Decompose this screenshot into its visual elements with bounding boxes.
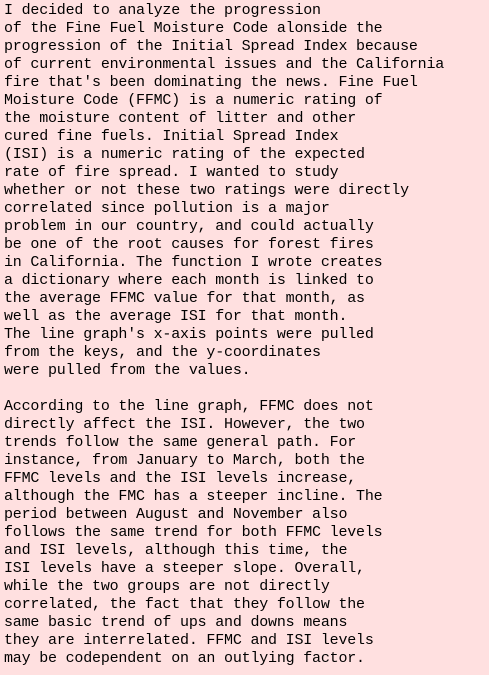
text-line: ISI levels have a steeper slope. Overall… [4, 560, 365, 577]
text-line: FFMC levels and the ISI levels increase, [4, 470, 357, 487]
text-line: while the two groups are not directly [4, 578, 330, 595]
text-line: although the FMC has a steeper incline. … [4, 488, 383, 505]
text-line: from the keys, and the y-coordinates [4, 344, 321, 361]
text-line: period between August and November also [4, 506, 348, 523]
text-line: problem in our country, and could actual… [4, 218, 374, 235]
text-line: were pulled from the values. [4, 362, 251, 379]
text-line: a dictionary where each month is linked … [4, 272, 374, 289]
text-line: the average FFMC value for that month, a… [4, 290, 365, 307]
text-line: (ISI) is a numeric rating of the expecte… [4, 146, 365, 163]
text-line: of the Fine Fuel Moisture Code alonside … [4, 20, 383, 37]
text-line: may be codependent on an outlying factor… [4, 650, 365, 667]
text-line: According to the line graph, FFMC does n… [4, 398, 374, 415]
text-line: same basic trend of ups and downs means [4, 614, 348, 631]
text-line: whether or not these two ratings were di… [4, 182, 409, 199]
text-line: and ISI levels, although this time, the [4, 542, 348, 559]
text-line: be one of the root causes for forest fir… [4, 236, 374, 253]
text-line: correlated, the fact that they follow th… [4, 596, 365, 613]
text-line: the moisture content of litter and other [4, 110, 357, 127]
paragraph-analysis: According to the line graph, FFMC does n… [4, 398, 489, 668]
text-line: Moisture Code (FFMC) is a numeric rating… [4, 92, 383, 109]
document-page: I decided to analyze the progression of t… [0, 0, 489, 675]
text-line: follows the same trend for both FFMC lev… [4, 524, 383, 541]
text-line: of current environmental issues and the … [4, 56, 445, 73]
text-line: The line graph's x-axis points were pull… [4, 326, 374, 343]
text-line: correlated since pollution is a major [4, 200, 330, 217]
text-line: progression of the Initial Spread Index … [4, 38, 418, 55]
text-line: in California. The function I wrote crea… [4, 254, 383, 271]
text-line: directly affect the ISI. However, the tw… [4, 416, 365, 433]
paragraph-introduction: I decided to analyze the progression of t… [4, 2, 489, 380]
text-line: well as the average ISI for that month. [4, 308, 348, 325]
text-line: I decided to analyze the progression [4, 2, 321, 19]
text-line: trends follow the same general path. For [4, 434, 357, 451]
text-line: instance, from January to March, both th… [4, 452, 365, 469]
text-line: cured fine fuels. Initial Spread Index [4, 128, 339, 145]
text-line: rate of fire spread. I wanted to study [4, 164, 339, 181]
text-line: they are interrelated. FFMC and ISI leve… [4, 632, 374, 649]
text-line: fire that's been dominating the news. Fi… [4, 74, 418, 91]
